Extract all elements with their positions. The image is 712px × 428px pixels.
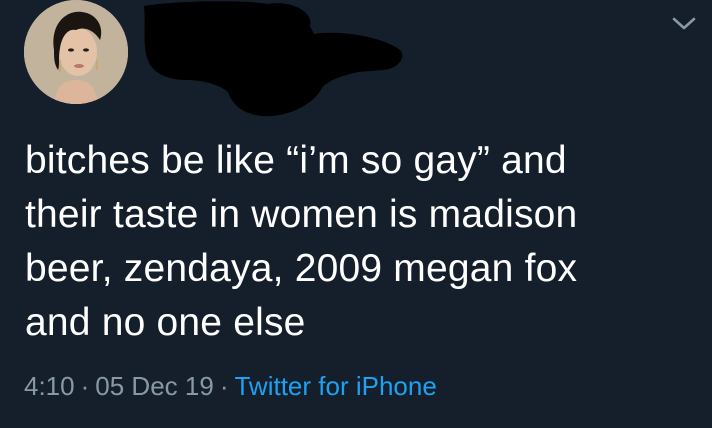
separator-dot: ·	[80, 371, 90, 401]
avatar-photo	[24, 0, 128, 104]
chevron-down-icon[interactable]	[670, 12, 698, 34]
separator-dot: ·	[219, 371, 229, 401]
avatar[interactable]	[24, 0, 128, 104]
redacted-username	[144, 1, 403, 117]
tweet-date[interactable]: 05 Dec 19	[95, 371, 214, 401]
tweet-source-link[interactable]: Twitter for iPhone	[234, 371, 436, 401]
tweet-text: bitches be like “i’m so gay” and their t…	[25, 139, 578, 344]
tweet-metadata: 4:10 · 05 Dec 19 · Twitter for iPhone	[24, 368, 437, 404]
tweet-time[interactable]: 4:10	[24, 371, 75, 401]
